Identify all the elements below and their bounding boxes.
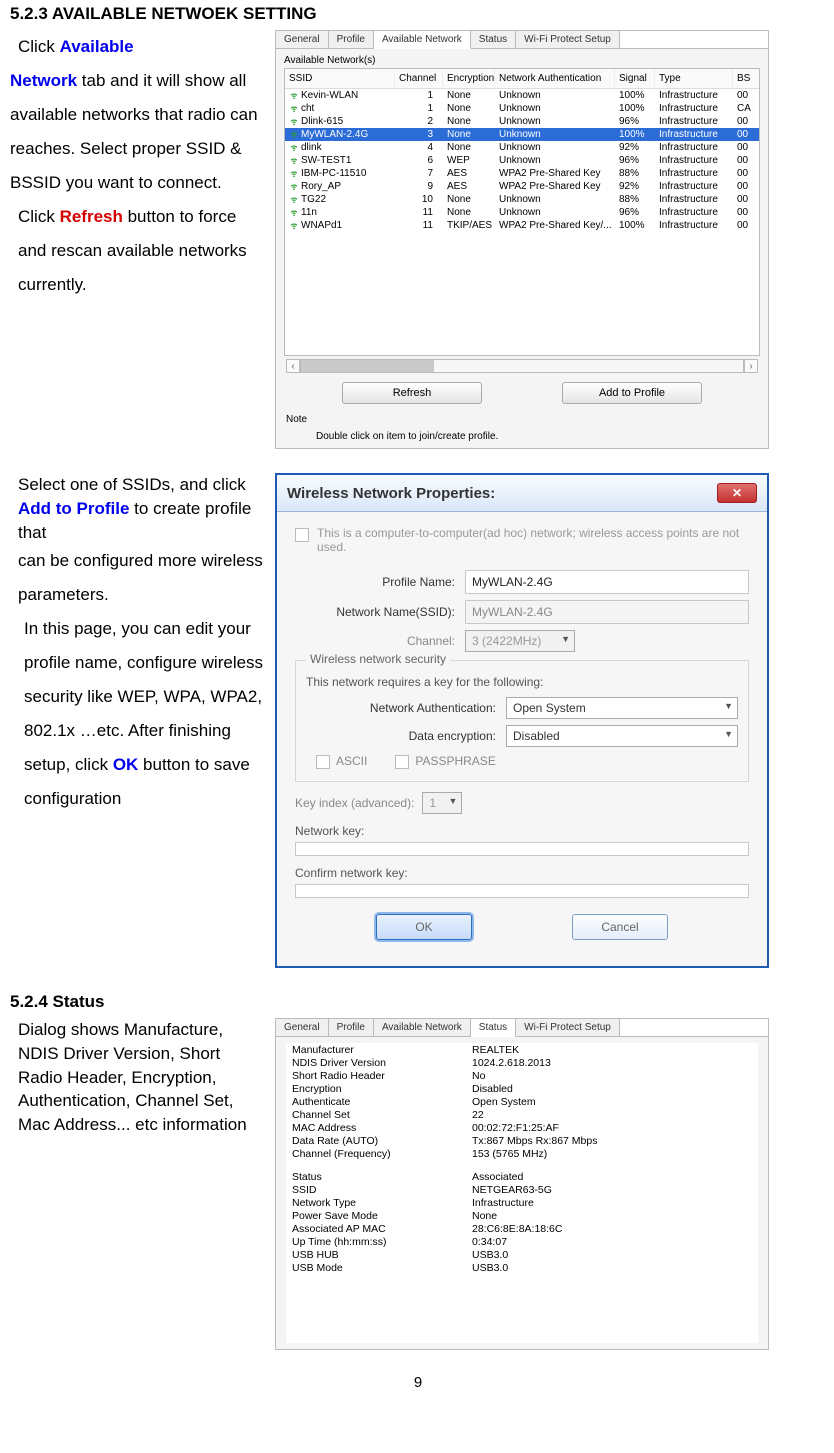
tab-general[interactable]: General [276, 1019, 329, 1036]
auth-label: Network Authentication: [306, 701, 506, 715]
table-row[interactable]: Dlink-6152NoneUnknown96%Infrastructure00 [285, 115, 759, 128]
status-row: AuthenticateOpen System [286, 1095, 758, 1108]
cancel-button[interactable]: Cancel [572, 914, 668, 940]
status-row: NDIS Driver Version1024.2.618.2013 [286, 1056, 758, 1069]
scroll-left-icon[interactable]: ‹ [286, 359, 300, 373]
section-heading-523: 5.2.3 AVAILABLE NETWOEK SETTING [10, 4, 826, 24]
para-add-to-profile: Select one of SSIDs, and click Add to Pr… [10, 473, 265, 816]
tab-profile[interactable]: Profile [329, 31, 374, 48]
wireless-properties-dialog: Wireless Network Properties: ✕ This is a… [275, 473, 769, 968]
status-panel: ManufacturerREALTEKNDIS Driver Version10… [286, 1043, 758, 1343]
ssid-label: Network Name(SSID): [295, 605, 465, 619]
status-row: Up Time (hh:mm:ss)0:34:07 [286, 1235, 758, 1248]
auth-select[interactable]: Open System [506, 697, 738, 719]
status-row: Associated AP MAC28:C6:8E:8A:18:6C [286, 1222, 758, 1235]
table-row[interactable]: WNAPd111TKIP/AESWPA2 Pre-Shared Key/...1… [285, 219, 759, 232]
passphrase-label: PASSPHRASE [415, 754, 495, 768]
tabbar: General Profile Available Network Status… [276, 31, 768, 49]
profile-name-label: Profile Name: [295, 575, 465, 589]
para-status: Dialog shows Manufacture, NDIS Driver Ve… [10, 1018, 265, 1137]
tab-status[interactable]: Status [471, 1019, 516, 1037]
tab-profile[interactable]: Profile [329, 1019, 374, 1036]
network-key-input[interactable] [295, 842, 749, 856]
table-row[interactable]: Rory_AP9AESWPA2 Pre-Shared Key92%Infrast… [285, 180, 759, 193]
confirm-key-label: Confirm network key: [295, 866, 749, 880]
available-network-window: General Profile Available Network Status… [275, 30, 769, 449]
page-number: 9 [10, 1374, 826, 1391]
tab-available-network[interactable]: Available Network [374, 31, 471, 49]
status-row: USB HUBUSB3.0 [286, 1248, 758, 1261]
status-row: Power Save ModeNone [286, 1209, 758, 1222]
table-row[interactable]: 11n11NoneUnknown96%Infrastructure00 [285, 206, 759, 219]
status-row: Channel (Frequency)153 (5765 MHz) [286, 1147, 758, 1160]
ssid-input: MyWLAN-2.4G [465, 600, 749, 624]
profile-name-input[interactable]: MyWLAN-2.4G [465, 570, 749, 594]
status-row: Short Radio HeaderNo [286, 1069, 758, 1082]
ok-button[interactable]: OK [376, 914, 472, 940]
tab-general[interactable]: General [276, 31, 329, 48]
status-row: Network TypeInfrastructure [286, 1196, 758, 1209]
note-text: Double click on item to join/create prof… [286, 431, 758, 442]
network-list-header: SSID Channel Encryption Network Authenti… [285, 69, 759, 89]
table-row[interactable]: dlink4NoneUnknown92%Infrastructure00 [285, 141, 759, 154]
status-row: Channel Set22 [286, 1108, 758, 1121]
table-row[interactable]: cht1NoneUnknown100%InfrastructureCA [285, 102, 759, 115]
confirm-key-input[interactable] [295, 884, 749, 898]
channel-label: Channel: [295, 634, 465, 648]
adhoc-label: This is a computer-to-computer(ad hoc) n… [317, 526, 749, 554]
scroll-right-icon[interactable]: › [744, 359, 758, 373]
dialog-titlebar: Wireless Network Properties: ✕ [277, 475, 767, 512]
table-row[interactable]: TG2210NoneUnknown88%Infrastructure00 [285, 193, 759, 206]
network-key-label: Network key: [295, 824, 749, 838]
status-row: USB ModeUSB3.0 [286, 1261, 758, 1274]
tab-wifi-protect-setup[interactable]: Wi-Fi Protect Setup [516, 1019, 620, 1036]
passphrase-checkbox[interactable] [395, 755, 409, 769]
security-groupbox: Wireless network security This network r… [295, 660, 749, 782]
tab-status[interactable]: Status [471, 31, 516, 48]
add-to-profile-button[interactable]: Add to Profile [562, 382, 702, 404]
status-row: StatusAssociated [286, 1170, 758, 1183]
section-heading-524: 5.2.4 Status [10, 992, 826, 1012]
status-row: MAC Address00:02:72:F1:25:AF [286, 1121, 758, 1134]
encryption-label: Data encryption: [306, 729, 506, 743]
tab-available-network[interactable]: Available Network [374, 1019, 471, 1036]
group-label: Available Network(s) [284, 55, 760, 66]
key-index-select: 1 [422, 792, 462, 814]
network-list[interactable]: SSID Channel Encryption Network Authenti… [284, 68, 760, 356]
para-available-network: Click Available Network tab and it will … [10, 30, 265, 302]
status-window: General Profile Available Network Status… [275, 1018, 769, 1350]
ascii-label: ASCII [336, 754, 367, 768]
status-row: Data Rate (AUTO)Tx:867 Mbps Rx:867 Mbps [286, 1134, 758, 1147]
key-index-label: Key index (advanced): [295, 796, 414, 810]
note-label: Note [286, 414, 758, 425]
horizontal-scrollbar[interactable]: ‹ › [286, 360, 758, 372]
status-row: EncryptionDisabled [286, 1082, 758, 1095]
status-row: SSIDNETGEAR63-5G [286, 1183, 758, 1196]
table-row[interactable]: MyWLAN-2.4G3NoneUnknown100%Infrastructur… [285, 128, 759, 141]
refresh-button[interactable]: Refresh [342, 382, 482, 404]
table-row[interactable]: Kevin-WLAN1NoneUnknown100%Infrastructure… [285, 89, 759, 102]
table-row[interactable]: IBM-PC-115107AESWPA2 Pre-Shared Key88%In… [285, 167, 759, 180]
tabbar-status: General Profile Available Network Status… [276, 1019, 768, 1037]
tab-wifi-protect-setup[interactable]: Wi-Fi Protect Setup [516, 31, 620, 48]
status-row: ManufacturerREALTEK [286, 1043, 758, 1056]
close-icon[interactable]: ✕ [717, 483, 757, 503]
adhoc-checkbox[interactable] [295, 528, 309, 542]
channel-select: 3 (2422MHz) [465, 630, 575, 652]
encryption-select[interactable]: Disabled [506, 725, 738, 747]
ascii-checkbox[interactable] [316, 755, 330, 769]
table-row[interactable]: SW-TEST16WEPUnknown96%Infrastructure00 [285, 154, 759, 167]
